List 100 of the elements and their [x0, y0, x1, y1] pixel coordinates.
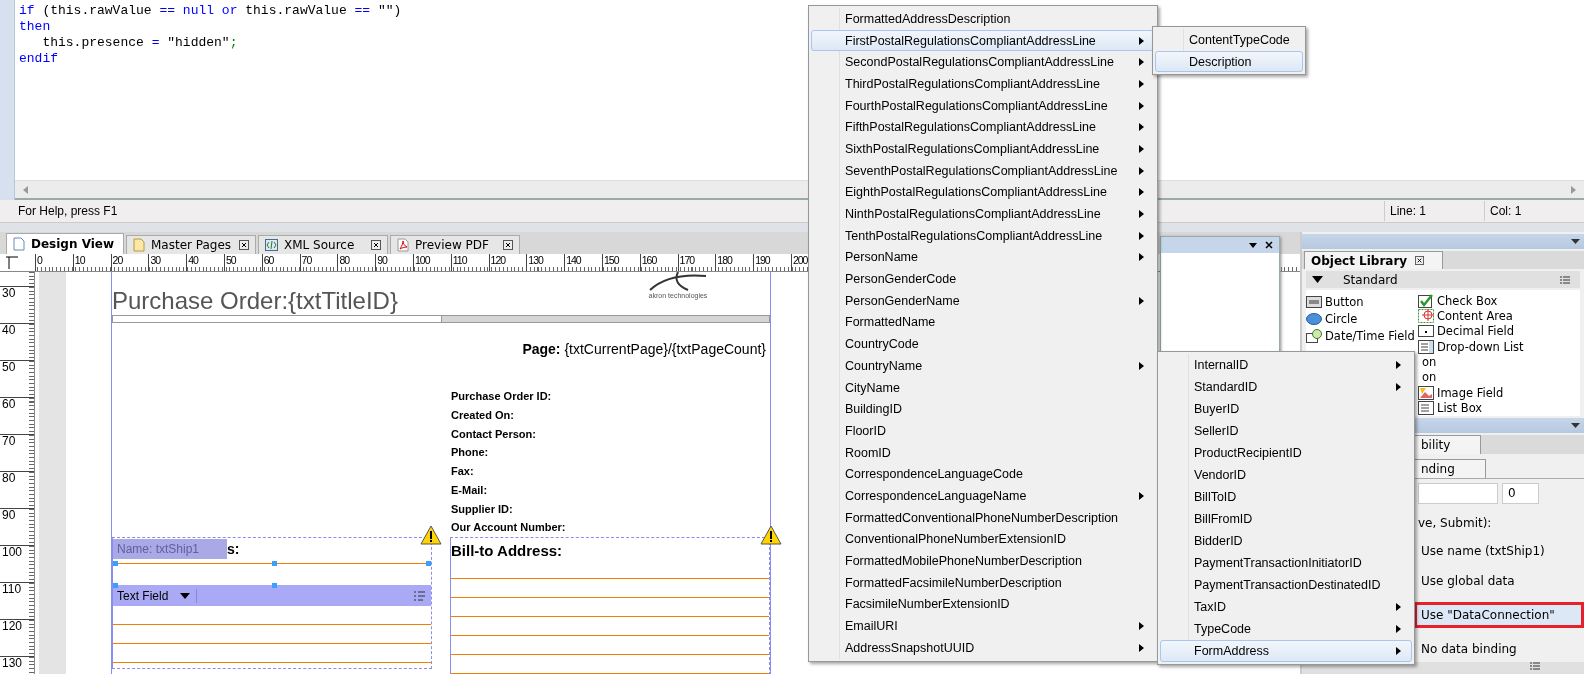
library-item[interactable]: on [1418, 354, 1580, 370]
field-type-dropdown[interactable]: Text Field [117, 588, 198, 603]
panel-tab[interactable]: Object Library [1304, 251, 1444, 270]
code-line: this.presence = "hidden"; [41, 35, 238, 51]
document-tab[interactable]: Preview PDF [390, 235, 520, 254]
menu-item[interactable]: PersonGenderName [811, 289, 1155, 312]
menu-item[interactable]: FormattedMobilePhoneNumberDescription [811, 550, 1155, 572]
menu-item[interactable]: FourthPostalRegulationsCompliantAddressLine [811, 94, 1155, 117]
close-icon[interactable] [1415, 256, 1425, 266]
menu-item[interactable]: BuildingID [811, 398, 1155, 421]
document-tab[interactable]: XML Source [258, 235, 388, 254]
caret-icon[interactable] [1571, 422, 1580, 428]
menu-item[interactable]: TaxID [1160, 596, 1412, 618]
menu-item[interactable]: EmailURI [811, 615, 1155, 637]
library-item[interactable]: Image Field [1418, 385, 1580, 401]
menu-item[interactable]: CorrespondenceLanguageCode [811, 463, 1155, 486]
checkbox-icon [1418, 293, 1434, 308]
library-item[interactable]: List Box [1418, 400, 1580, 416]
menu-item[interactable]: SeventhPostalRegulationsCompliantAddressLine [811, 159, 1155, 182]
close-icon[interactable] [371, 240, 381, 250]
menu-item[interactable]: TenthPostalRegulationsCompliantAddressLine [811, 224, 1155, 247]
form-title: Purchase Order:{txtTitleID} [112, 286, 398, 315]
library-item[interactable]: Check Box [1418, 293, 1580, 309]
menu-item[interactable]: PersonName [811, 246, 1155, 269]
decimal-field-icon [1418, 325, 1434, 338]
menu-item[interactable]: Description [1155, 50, 1303, 73]
menu-item[interactable]: FormattedConventionalPhoneNumberDescription [811, 506, 1155, 529]
menu-item[interactable]: FifthPostalRegulationsCompliantAddressLine [811, 116, 1155, 139]
line-indicator: Line: 1 [1384, 201, 1484, 221]
menu-item[interactable]: FormattedName [811, 311, 1155, 334]
menu-item[interactable]: BuyerID [1160, 398, 1412, 420]
section-heading: s: [227, 541, 240, 557]
menu-item[interactable]: PaymentTransactionDestinatedID [1160, 574, 1412, 596]
column-indicator: Col: 1 [1484, 201, 1584, 221]
field-label: Supplier ID: [451, 501, 514, 517]
menu-item[interactable]: FormattedAddressDescription [811, 8, 1155, 30]
menu-item[interactable]: PaymentTransactionInitiatorID [1160, 552, 1412, 574]
menu-item[interactable]: VendorID [1160, 464, 1412, 486]
menu-item[interactable]: SellerID [1160, 420, 1412, 442]
ship-to-section[interactable]: Name: txtShip1 s: Text Field [112, 537, 432, 669]
menu-item[interactable]: NinthPostalRegulationsCompliantAddressLine [811, 203, 1155, 225]
menu-item[interactable]: PersonGenderCode [811, 268, 1155, 290]
menu-item[interactable]: BillToID [1160, 486, 1412, 508]
swoosh-logo-icon [648, 272, 708, 292]
menu-item[interactable]: InternalID [1160, 354, 1412, 376]
menu-item[interactable]: FormAddress [1160, 640, 1412, 662]
menu-item[interactable]: SecondPostalRegulationsCompliantAddressLine [811, 51, 1155, 74]
menu-item[interactable]: FirstPostalRegulationsCompliantAddressLine [811, 29, 1155, 52]
number-field[interactable]: 0 [1502, 483, 1539, 504]
vertical-ruler: 30 40 50 60 70 80 90 100 110 120 130 [0, 272, 35, 674]
library-item[interactable]: Decimal Field [1418, 323, 1580, 340]
close-icon[interactable] [503, 240, 513, 250]
menu-item[interactable]: AddressSnapshotUUID [811, 636, 1155, 659]
group-header[interactable]: Standard [1306, 271, 1580, 289]
menu-item[interactable]: EighthPostalRegulationsCompliantAddressLine [811, 181, 1155, 204]
field-label: Purchase Order ID: [451, 389, 553, 405]
menu-item[interactable]: FacsimileNumberExtensionID [811, 593, 1155, 616]
field-label: Created On: [451, 408, 515, 424]
library-item[interactable]: on [1418, 369, 1580, 386]
close-icon[interactable] [1265, 241, 1273, 249]
bill-to-section[interactable]: Bill-to Address: [450, 537, 770, 674]
library-item[interactable]: Content Area [1418, 308, 1580, 324]
library-item[interactable]: Date/Time Field [1306, 327, 1418, 345]
code-line: if (this.rawValue == null or this.rawValue == "") [19, 3, 402, 19]
text-field[interactable] [1418, 483, 1498, 504]
menu-item[interactable]: CountryName [811, 355, 1155, 377]
menu-item[interactable]: CountryCode [811, 333, 1155, 355]
menu-item[interactable]: ContentTypeCode [1155, 29, 1303, 51]
menu-item[interactable]: TypeCode [1160, 618, 1412, 640]
caret-icon[interactable] [1249, 242, 1257, 248]
binding-option[interactable]: No data binding [1414, 636, 1584, 662]
menu-item[interactable]: FloorID [811, 420, 1155, 442]
binding-option[interactable]: Use "DataConnection" [1414, 602, 1584, 628]
binding-option[interactable]: Use name (txtShip1) [1414, 538, 1584, 564]
menu-item[interactable]: ProductRecipientID [1160, 442, 1412, 464]
field-label: E-Mail: [451, 482, 489, 498]
menu-item[interactable]: ThirdPostalRegulationsCompliantAddressLine [811, 73, 1155, 95]
caret-icon [180, 592, 191, 599]
menu-item[interactable]: StandardID [1160, 376, 1412, 398]
menu-item[interactable]: SixthPostalRegulationsCompliantAddressLine [811, 138, 1155, 160]
menu-item[interactable]: ConventionalPhoneNumberExtensionID [811, 528, 1155, 551]
document-tab[interactable]: Design View [6, 233, 124, 254]
menu-item[interactable]: RoomID [811, 441, 1155, 464]
menu-item[interactable]: CityName [811, 376, 1155, 399]
field-label: Our Account Number: [451, 520, 567, 536]
menu-item[interactable]: CorrespondenceLanguageName [811, 485, 1155, 507]
menu-item[interactable]: FormattedFacsimileNumberDescription [811, 571, 1155, 594]
code-icon [265, 239, 278, 251]
status-help-text: For Help, press F1 [17, 204, 118, 218]
field-label: Contact Person: [451, 426, 537, 442]
document-tab[interactable]: Master Pages [126, 235, 256, 254]
menu-item[interactable]: BillFromID [1160, 508, 1412, 530]
binding-option[interactable]: Use global data [1414, 568, 1584, 594]
library-item[interactable]: Drop-down List [1418, 339, 1580, 355]
close-icon[interactable] [239, 240, 249, 250]
caret-icon[interactable] [1571, 238, 1580, 244]
warning-icon [760, 525, 782, 545]
library-item[interactable]: Circle [1306, 310, 1418, 328]
menu-item[interactable]: BidderID [1160, 530, 1412, 552]
library-item[interactable]: Button [1306, 293, 1418, 311]
